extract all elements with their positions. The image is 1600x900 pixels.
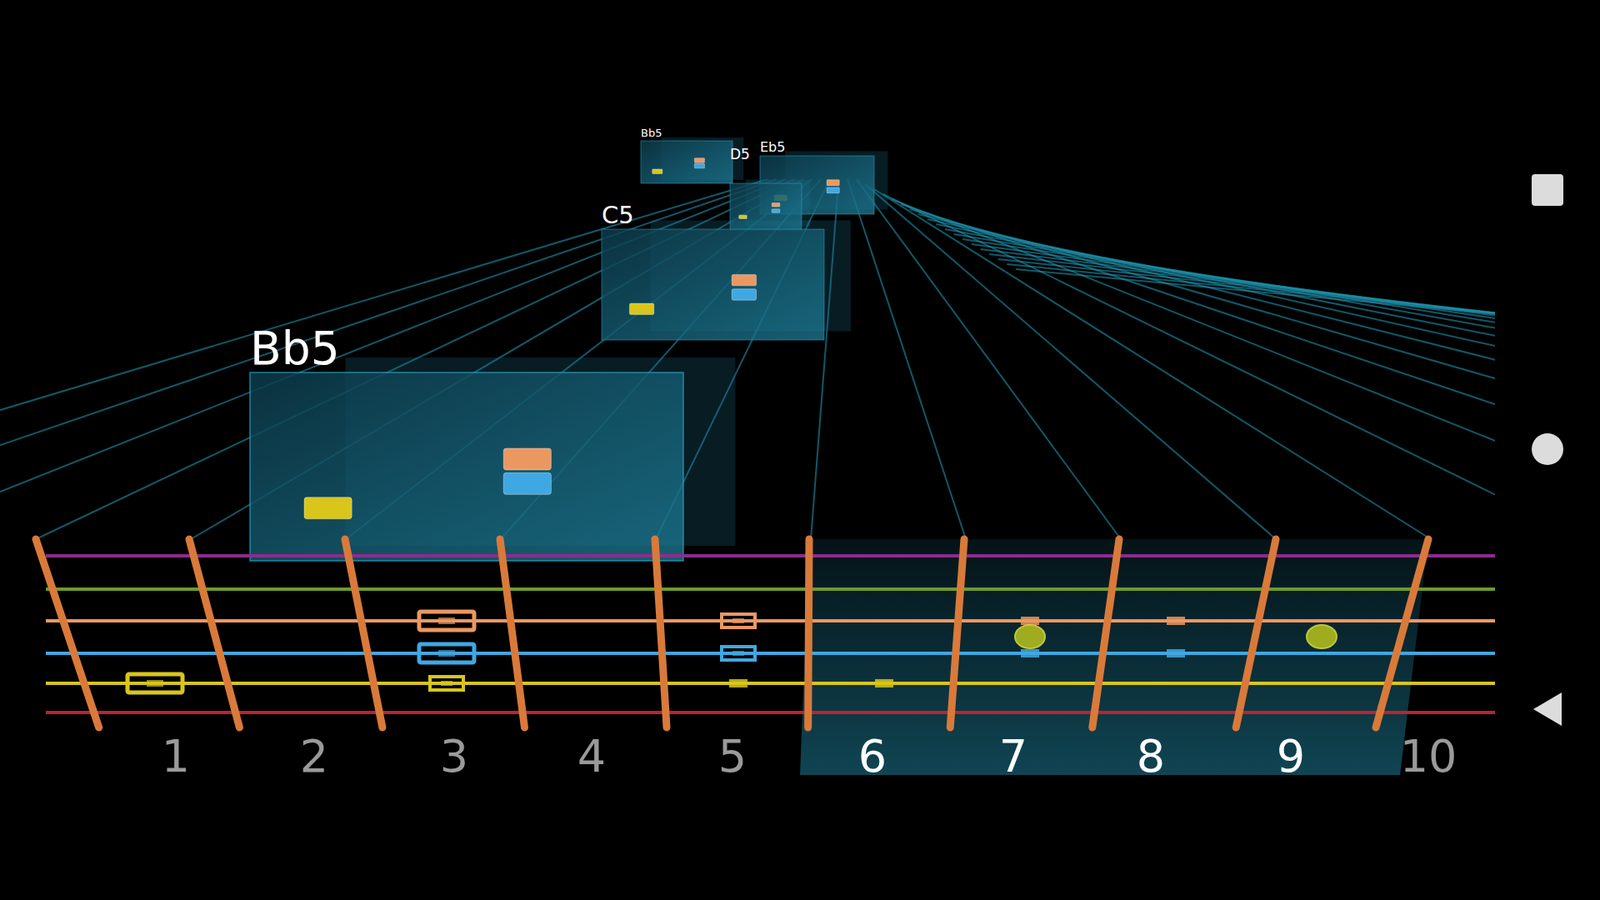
- fret-wire: [1092, 539, 1120, 728]
- fret-marker: [430, 676, 464, 690]
- highway-line: [971, 244, 1495, 540]
- fret-number: 5: [718, 730, 747, 783]
- highway-line: [874, 189, 1431, 540]
- fret-number: 3: [440, 730, 469, 783]
- fret-highlight: [800, 539, 1429, 775]
- chord-box: C5: [601, 200, 851, 340]
- chord-note: [771, 203, 780, 207]
- fret-wire: [655, 539, 667, 728]
- game-screen: Bb5 Eb5 D5 C5 Bb5 1 2 3 4 5 6 7 8 9 10: [0, 0, 1600, 900]
- fret-number: 2: [300, 730, 329, 783]
- chord-note: [771, 209, 780, 213]
- fret-number: 7: [999, 730, 1028, 783]
- fret-marker: [729, 679, 748, 688]
- chord-note: [304, 497, 352, 520]
- guitar-string: [45, 710, 1495, 715]
- fret-number: 1: [161, 730, 190, 783]
- chord-box: D5: [730, 145, 810, 230]
- fret-number: 4: [577, 730, 606, 783]
- fret-wire: [1375, 539, 1429, 728]
- guitar-string: [45, 619, 1495, 623]
- fret-marker: [127, 674, 183, 693]
- highway-line: [847, 179, 966, 540]
- fret-marker: [419, 611, 475, 630]
- back-icon[interactable]: [1533, 692, 1562, 726]
- fret-wire: [345, 539, 383, 728]
- fret-marker: [1166, 616, 1185, 625]
- highway-line: [927, 219, 1495, 540]
- fret-number: 8: [1136, 730, 1165, 783]
- fret-marker: [1020, 649, 1040, 658]
- home-icon[interactable]: [1531, 433, 1564, 465]
- fret-number: 9: [1276, 730, 1305, 783]
- fret-number: 10: [1400, 730, 1458, 783]
- navigation-bar: [1495, 0, 1600, 900]
- fret-wire: [500, 539, 525, 728]
- fret-marker: [1020, 616, 1040, 625]
- fret-marker: [1166, 649, 1185, 658]
- chord-label: D5: [730, 145, 750, 163]
- chord-box: Bb5: [250, 321, 735, 561]
- highway-line: [980, 249, 1495, 540]
- fret-marker: [419, 644, 475, 663]
- chord-label: Eb5: [760, 139, 785, 155]
- chord-box: Eb5: [760, 139, 888, 215]
- chord-note: [503, 472, 551, 495]
- guitar-string: [45, 651, 1495, 655]
- highway-line: [909, 209, 1495, 540]
- chord-note: [652, 169, 663, 175]
- guitar-string: [45, 554, 1495, 558]
- guitar-string: [45, 587, 1495, 591]
- fret-marker: [1306, 625, 1337, 649]
- highway-line: [935, 224, 1495, 540]
- highway-line: [865, 184, 1276, 540]
- fret-wire: [35, 539, 100, 728]
- chord-note: [503, 448, 551, 470]
- chord-note: [826, 187, 840, 194]
- guitar-string: [45, 681, 1495, 685]
- chord-note: [629, 303, 654, 315]
- chord-note: [694, 163, 705, 169]
- chord-label: Bb5: [250, 321, 340, 375]
- highway-line: [989, 254, 1495, 540]
- fret-wire: [808, 539, 810, 728]
- note-highway: Bb5 Eb5 D5 C5 Bb5 1 2 3 4 5 6 7 8 9 10: [0, 0, 1495, 900]
- fret-marker: [875, 679, 894, 688]
- chord-note: [739, 215, 747, 219]
- chord-label: C5: [601, 200, 635, 230]
- highway-line: [883, 194, 1495, 540]
- fret-number: 6: [858, 730, 887, 783]
- highway-line: [1015, 269, 1495, 540]
- fret-wire: [189, 539, 240, 728]
- highway-line: [998, 259, 1495, 540]
- fret-marker: [1015, 625, 1045, 649]
- chord-label: Bb5: [640, 126, 662, 140]
- chord-box: Bb5: [640, 126, 744, 184]
- fret-marker: [721, 614, 755, 628]
- recents-icon[interactable]: [1531, 174, 1564, 206]
- highway-line: [1006, 264, 1495, 540]
- chord-note: [826, 180, 840, 186]
- highway-line: [918, 214, 1495, 540]
- fret-marker: [721, 646, 755, 660]
- fret-wire: [1235, 539, 1276, 728]
- chord-note: [731, 275, 756, 286]
- chord-note: [731, 289, 756, 300]
- highway-line: [945, 229, 1495, 540]
- fret-wire: [950, 539, 965, 728]
- chord-note: [694, 158, 705, 164]
